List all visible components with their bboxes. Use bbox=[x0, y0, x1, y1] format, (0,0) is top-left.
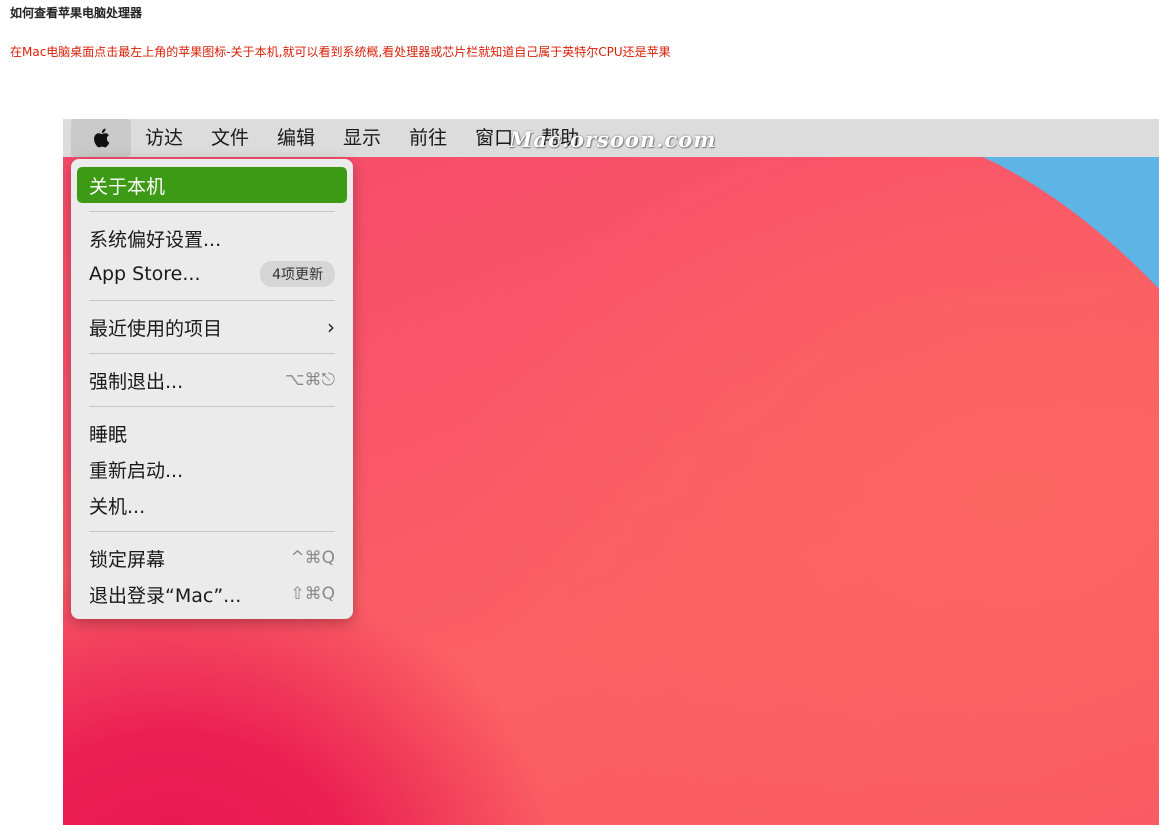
menu-separator bbox=[89, 211, 335, 212]
menu-view[interactable]: 显示 bbox=[343, 119, 381, 157]
menu-item-shutdown[interactable]: 关机... bbox=[77, 487, 347, 523]
force-quit-shortcut: ⌥⌘⎋ bbox=[284, 370, 335, 390]
menu-item-restart[interactable]: 重新启动... bbox=[77, 451, 347, 487]
menu-file[interactable]: 文件 bbox=[211, 119, 249, 157]
lock-screen-label: 锁定屏幕 bbox=[89, 548, 166, 571]
menu-separator bbox=[89, 531, 335, 532]
system-prefs-label: 系统偏好设置... bbox=[89, 228, 222, 251]
restart-label: 重新启动... bbox=[89, 459, 184, 482]
mac-desktop-screenshot: 访达 文件 编辑 显示 前往 窗口 帮助 Mac.orsoon.com 关于本机… bbox=[63, 119, 1159, 825]
menu-item-sleep[interactable]: 睡眠 bbox=[77, 415, 347, 451]
page-title: 如何查看苹果电脑处理器 bbox=[10, 6, 143, 20]
sleep-label: 睡眠 bbox=[89, 423, 128, 446]
logout-label: 退出登录“Mac”... bbox=[89, 584, 242, 607]
watermark: Mac.orsoon.com bbox=[509, 127, 717, 152]
menu-item-about-this-mac[interactable]: 关于本机 bbox=[77, 167, 347, 203]
recent-items-label: 最近使用的项目 bbox=[89, 317, 223, 340]
shutdown-label: 关机... bbox=[89, 495, 146, 518]
intro-text: 在Mac电脑桌面点击最左上角的苹果图标-关于本机,就可以看到系统概,看处理器或芯… bbox=[10, 45, 671, 59]
menu-edit[interactable]: 编辑 bbox=[277, 119, 315, 157]
apple-logo-icon bbox=[94, 128, 110, 148]
lock-screen-shortcut: ^⌘Q bbox=[290, 548, 335, 568]
chevron-right-icon: › bbox=[327, 315, 335, 339]
menu-item-system-preferences[interactable]: 系统偏好设置... bbox=[77, 220, 347, 256]
force-quit-label: 强制退出... bbox=[89, 370, 184, 393]
updates-badge: 4项更新 bbox=[260, 261, 335, 287]
menu-separator bbox=[89, 300, 335, 301]
apple-menu-button[interactable] bbox=[71, 119, 131, 157]
menu-window[interactable]: 窗口 bbox=[475, 119, 513, 157]
menu-item-recent-items[interactable]: 最近使用的项目 › bbox=[77, 309, 347, 345]
menu-item-lock-screen[interactable]: 锁定屏幕 ^⌘Q bbox=[77, 540, 347, 576]
about-label: 关于本机 bbox=[89, 175, 166, 198]
menu-item-app-store[interactable]: App Store... 4项更新 bbox=[77, 256, 347, 292]
menu-go[interactable]: 前往 bbox=[409, 119, 447, 157]
app-store-label: App Store... bbox=[89, 263, 201, 285]
apple-dropdown-menu: 关于本机 系统偏好设置... App Store... 4项更新 最近使用的项目… bbox=[71, 159, 353, 619]
menu-separator bbox=[89, 353, 335, 354]
menu-item-force-quit[interactable]: 强制退出... ⌥⌘⎋ bbox=[77, 362, 347, 398]
menu-finder[interactable]: 访达 bbox=[145, 119, 183, 157]
menu-item-log-out[interactable]: 退出登录“Mac”... ⇧⌘Q bbox=[77, 576, 347, 612]
menu-separator bbox=[89, 406, 335, 407]
logout-shortcut: ⇧⌘Q bbox=[290, 584, 335, 604]
